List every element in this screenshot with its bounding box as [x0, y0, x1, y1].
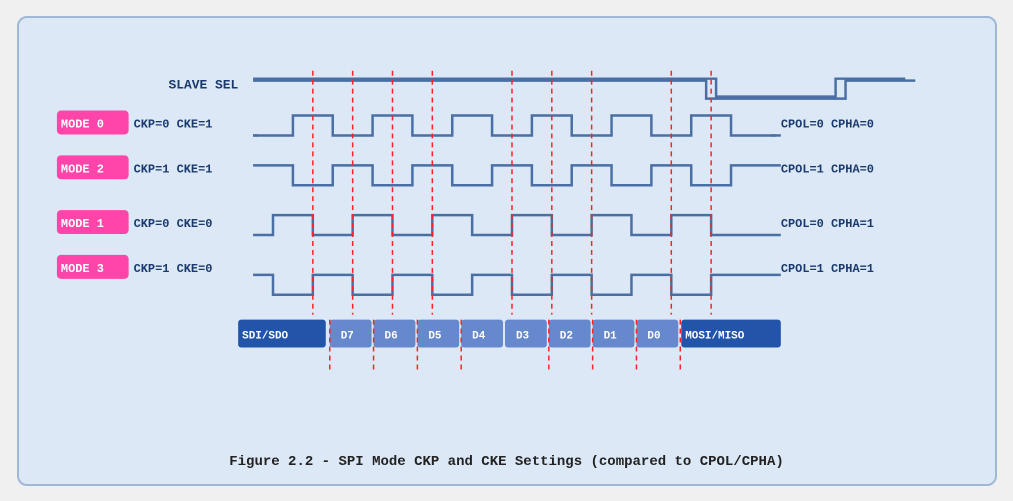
data-label-d1: D1 [603, 330, 617, 342]
mode3-label: MODE 3 [60, 261, 103, 275]
main-container: SLAVE SEL MODE 0 CKP=0 CKE=1 CPOL=0 CPHA… [17, 16, 997, 486]
data-label-mosimiso: MOSI/MISO [685, 330, 745, 342]
mode3-params: CKP=1 CKE=0 [133, 261, 212, 275]
data-label-d5: D5 [428, 330, 441, 342]
data-label-sdisdo: SDI/SDO [242, 330, 288, 342]
figure-caption: Figure 2.2 - SPI Mode CKP and CKE Settin… [39, 444, 975, 474]
data-label-d6: D6 [384, 330, 397, 342]
mode0-waveform [253, 115, 781, 135]
mode0-params: CKP=0 CKE=1 [133, 117, 212, 131]
mode1-right: CPOL=0 CPHA=1 [780, 217, 873, 231]
data-label-d7: D7 [340, 330, 353, 342]
mode3-right: CPOL=1 CPHA=1 [780, 261, 873, 275]
data-label-d0: D0 [647, 330, 660, 342]
vertical-markers [312, 70, 710, 314]
mode0-label: MODE 0 [60, 117, 103, 131]
data-label-d3: D3 [515, 330, 529, 342]
mode1-params: CKP=0 CKE=0 [133, 217, 212, 231]
mode2-label: MODE 2 [60, 162, 103, 176]
mode1-label: MODE 1 [60, 217, 103, 231]
diagram-area: SLAVE SEL MODE 0 CKP=0 CKE=1 CPOL=0 CPHA… [39, 36, 975, 444]
mode2-params: CKP=1 CKE=1 [133, 162, 212, 176]
slave-sel-label: SLAVE SEL [168, 77, 238, 92]
mode2-right: CPOL=1 CPHA=0 [780, 162, 873, 176]
mode2-waveform [253, 165, 781, 185]
data-label-d4: D4 [472, 330, 486, 342]
data-label-d2: D2 [559, 330, 572, 342]
mode1-waveform [253, 215, 781, 235]
mode3-waveform [253, 274, 781, 294]
mode0-right: CPOL=0 CPHA=0 [780, 117, 873, 131]
